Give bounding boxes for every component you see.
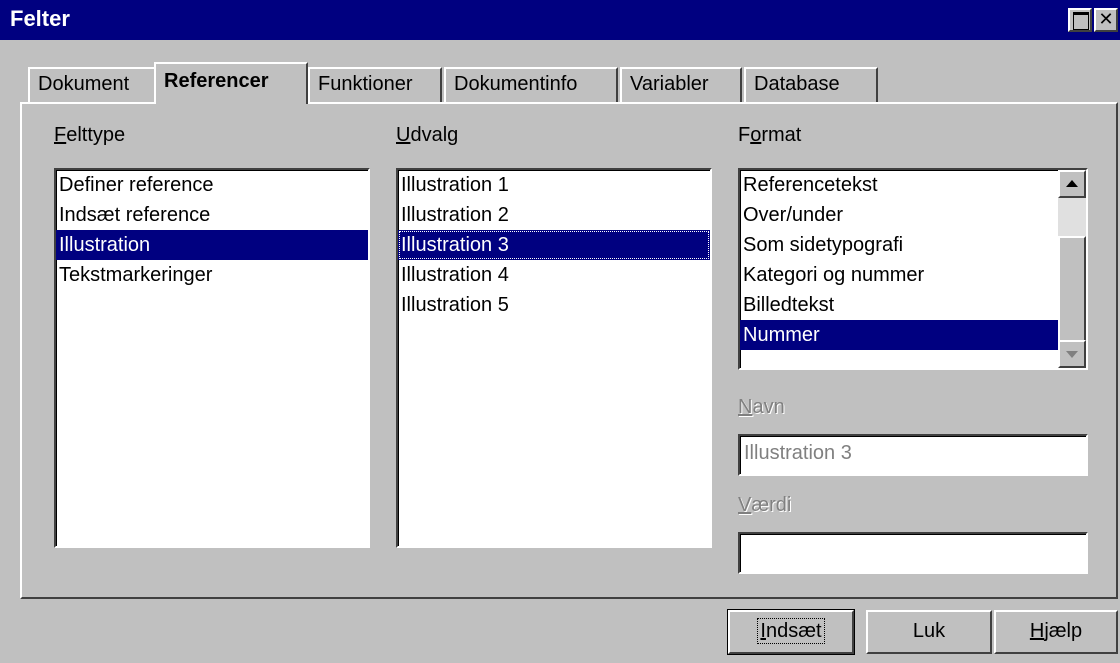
format-label: Format (738, 124, 802, 146)
format-list[interactable]: Referencetekst Over/under Som sidetypogr… (738, 168, 1088, 370)
tab-variabler[interactable]: Variabler (620, 67, 742, 103)
tab-dokument[interactable]: Dokument (28, 67, 156, 103)
list-item[interactable]: Illustration 1 (398, 170, 710, 200)
list-item[interactable]: Over/under (740, 200, 1058, 230)
tab-panel: Felttype Definer reference Indsæt refere… (20, 102, 1118, 599)
title-bar: Felter ✕ (0, 0, 1120, 40)
navn-field[interactable]: Illustration 3 (738, 434, 1088, 476)
list-item[interactable]: Tekstmarkeringer (56, 260, 368, 290)
list-item[interactable]: Indsæt reference (56, 200, 368, 230)
vaerdi-label: Værdi (738, 494, 792, 516)
udvalg-list[interactable]: Illustration 1 Illustration 2 Illustrati… (396, 168, 712, 548)
list-item[interactable]: Illustration 2 (398, 200, 710, 230)
list-item[interactable]: Billedtekst (740, 290, 1058, 320)
scroll-up-icon[interactable] (1058, 170, 1086, 198)
window-title: Felter (10, 6, 70, 31)
list-item[interactable]: Illustration 4 (398, 260, 710, 290)
tab-funktioner[interactable]: Funktioner (308, 67, 442, 103)
list-item[interactable]: Som sidetypografi (740, 230, 1058, 260)
udvalg-label: Udvalg (396, 124, 459, 146)
list-item[interactable]: Referencetekst (740, 170, 1058, 200)
scroll-down-icon[interactable] (1058, 340, 1086, 368)
navn-label: Navn (738, 396, 785, 418)
tab-dokumentinfo[interactable]: Dokumentinfo (444, 67, 618, 103)
list-item[interactable]: Definer reference (56, 170, 368, 200)
insert-button[interactable]: Indsæt (727, 609, 855, 655)
list-item[interactable]: Illustration 3 (398, 230, 710, 260)
maximize-icon[interactable] (1068, 8, 1092, 32)
felttype-label: Felttype (54, 124, 126, 146)
list-item[interactable]: Illustration 5 (398, 290, 710, 320)
close-button[interactable]: Luk (866, 610, 992, 654)
list-item[interactable]: Nummer (740, 320, 1058, 350)
tab-referencer[interactable]: Referencer (154, 62, 308, 104)
help-button[interactable]: Hjælp (994, 610, 1118, 654)
tab-database[interactable]: Database (744, 67, 878, 103)
close-icon[interactable]: ✕ (1094, 8, 1118, 32)
felttype-list[interactable]: Definer reference Indsæt reference Illus… (54, 168, 370, 548)
list-item[interactable]: Kategori og nummer (740, 260, 1058, 290)
vaerdi-field[interactable] (738, 532, 1088, 574)
format-scrollbar[interactable] (1058, 170, 1086, 368)
list-item[interactable]: Illustration (56, 230, 368, 260)
